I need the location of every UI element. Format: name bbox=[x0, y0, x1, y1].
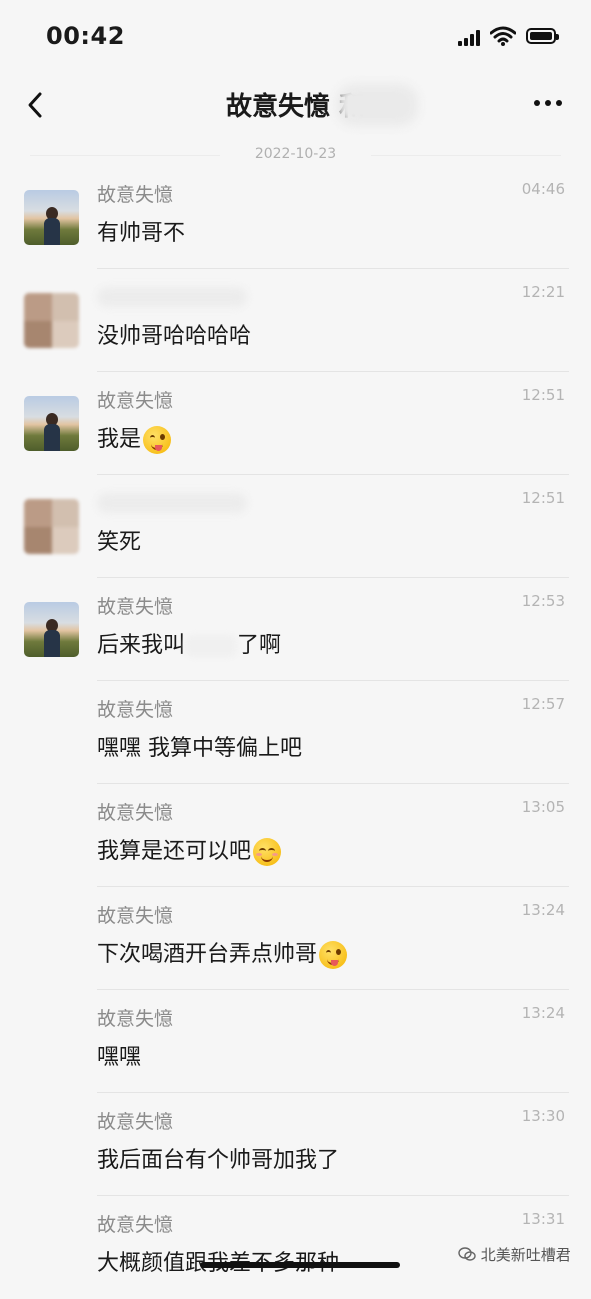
battery-icon bbox=[526, 28, 559, 44]
avatar[interactable] bbox=[24, 190, 79, 245]
sender-name: 故意失憶 bbox=[97, 1214, 174, 1236]
redacted-text bbox=[185, 635, 238, 657]
message-text: 我是 bbox=[97, 421, 172, 454]
message-time: 13:05 bbox=[521, 798, 565, 816]
message-time: 04:46 bbox=[521, 180, 565, 198]
message-time: 13:30 bbox=[521, 1107, 565, 1125]
message-time: 12:57 bbox=[521, 695, 565, 713]
redacted-title-part bbox=[336, 84, 418, 126]
message-item[interactable]: 故意失憶 13:24 下次喝酒开台弄点帅哥 bbox=[0, 887, 591, 990]
message-text-after: 了啊 bbox=[237, 633, 282, 658]
avatar[interactable] bbox=[24, 396, 79, 451]
message-text: 有帅哥不 bbox=[97, 221, 186, 246]
avatar[interactable] bbox=[24, 602, 79, 657]
nav-bar: 故意失憶 和 bbox=[0, 70, 591, 140]
status-time: 00:42 bbox=[46, 22, 125, 50]
message-text: 笑死 bbox=[97, 530, 142, 555]
message-time: 13:24 bbox=[521, 901, 565, 919]
wechat-icon bbox=[458, 1247, 476, 1261]
sender-name: 故意失憶 bbox=[97, 596, 174, 618]
chat-title: 故意失憶 和 bbox=[225, 92, 366, 122]
sender-name: 故意失憶 bbox=[97, 802, 174, 824]
sender-name: 故意失憶 bbox=[97, 1111, 174, 1133]
message-time: 12:53 bbox=[521, 592, 565, 610]
message-item[interactable]: 故意失憶 13:24 嘿嘿 bbox=[0, 990, 591, 1093]
message-text: 下次喝酒开台弄点帅哥 bbox=[97, 936, 348, 969]
message-item[interactable]: 故意失憶 13:05 我算是还可以吧 bbox=[0, 784, 591, 887]
home-indicator[interactable] bbox=[200, 1262, 400, 1268]
message-time: 12:51 bbox=[521, 489, 565, 507]
message-text: 嘿嘿 bbox=[97, 1045, 142, 1070]
message-text-content: 下次喝酒开台弄点帅哥 bbox=[97, 942, 318, 967]
watermark-text: 北美新吐槽君 bbox=[480, 1246, 571, 1264]
smiling-face-icon bbox=[253, 838, 282, 866]
sender-name: 故意失憶 bbox=[97, 184, 174, 206]
message-item[interactable]: 故意失憶 13:30 我后面台有个帅哥加我了 bbox=[0, 1093, 591, 1196]
date-separator: 2022-10-23 bbox=[0, 146, 591, 162]
message-text: 后来我叫 了啊 bbox=[97, 627, 281, 659]
message-item[interactable]: 故意失憶 12:53 后来我叫 了啊 bbox=[0, 578, 591, 681]
message-text-content: 我算是还可以吧 bbox=[97, 839, 252, 864]
watermark: 北美新吐槽君 bbox=[458, 1244, 571, 1265]
message-item[interactable]: 12:51 笑死 bbox=[0, 475, 591, 578]
cellular-signal-icon bbox=[458, 30, 482, 46]
sender-name: 故意失憶 bbox=[97, 699, 174, 721]
message-text-content: 我是 bbox=[97, 427, 142, 452]
sender-name: 故意失憶 bbox=[97, 905, 174, 927]
message-text: 没帅哥哈哈哈哈 bbox=[97, 324, 252, 349]
winking-face-with-tongue-icon bbox=[319, 941, 348, 969]
message-time: 13:24 bbox=[521, 1004, 565, 1022]
message-text: 我后面台有个帅哥加我了 bbox=[97, 1148, 340, 1173]
message-text: 我算是还可以吧 bbox=[97, 833, 282, 866]
avatar[interactable] bbox=[24, 293, 79, 348]
message-item[interactable]: 故意失憶 12:51 我是 bbox=[0, 372, 591, 475]
message-item[interactable]: 12:21 没帅哥哈哈哈哈 bbox=[0, 269, 591, 372]
message-time: 13:31 bbox=[521, 1210, 565, 1228]
message-text: 嘿嘿 我算中等偏上吧 bbox=[97, 736, 302, 761]
message-text-before: 后来我叫 bbox=[97, 633, 186, 658]
winking-face-with-tongue-icon bbox=[143, 426, 172, 454]
message-time: 12:51 bbox=[521, 386, 565, 404]
message-text: 大概颜值跟我差不多那种 bbox=[97, 1245, 339, 1277]
message-item[interactable]: 故意失憶 12:57 嘿嘿 我算中等偏上吧 bbox=[0, 681, 591, 784]
wifi-icon bbox=[490, 26, 516, 46]
sender-name: 故意失憶 bbox=[97, 1008, 174, 1030]
avatar[interactable] bbox=[24, 499, 79, 554]
message-time: 12:21 bbox=[521, 283, 565, 301]
redacted-sender-name bbox=[97, 287, 247, 307]
more-options-icon[interactable] bbox=[534, 100, 564, 110]
message-item[interactable]: 故意失憶 04:46 有帅哥不 bbox=[0, 166, 591, 269]
sender-name: 故意失憶 bbox=[97, 390, 174, 412]
status-bar: 00:42 bbox=[0, 0, 591, 70]
redacted-sender-name bbox=[97, 493, 247, 513]
